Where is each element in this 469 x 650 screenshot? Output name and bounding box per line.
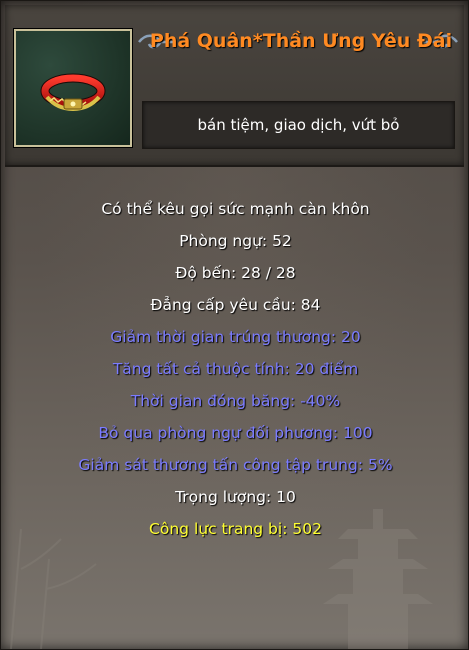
item-tooltip: Phá Quân*Thần Ưng Yêu Đái bán tiệm, giao… xyxy=(0,0,469,650)
stat-line: Độ bến: 28 / 28 xyxy=(175,264,296,282)
item-name: Phá Quân*Thần Ưng Yêu Đái xyxy=(149,30,453,52)
stat-line: Bỏ qua phòng ngự đối phương: 100 xyxy=(98,424,373,442)
stat-line: Giảm thời gian trúng thương: 20 xyxy=(110,328,361,346)
stat-line: Trọng lượng: 10 xyxy=(175,488,296,506)
stat-line: Công lực trang bị: 502 xyxy=(149,520,322,538)
item-icon-frame[interactable] xyxy=(14,29,132,147)
stat-line: Tăng tất cả thuộc tính: 20 điểm xyxy=(112,360,359,378)
red-belt-icon xyxy=(40,73,106,112)
stat-line: Thời gian đóng băng: -40% xyxy=(130,392,341,410)
item-stats: Có thể kêu gọi sức mạnh càn khôn Phòng n… xyxy=(1,193,469,545)
stat-line: Đẳng cấp yêu cầu: 84 xyxy=(150,296,321,314)
stat-line: Có thể kêu gọi sức mạnh càn khôn xyxy=(101,200,370,218)
stat-line: Giảm sát thương tấn công tập trung: 5% xyxy=(78,456,393,474)
stat-line: Phòng ngự: 52 xyxy=(179,232,292,250)
item-restrictions: bán tiệm, giao dịch, vứt bỏ xyxy=(142,101,455,149)
